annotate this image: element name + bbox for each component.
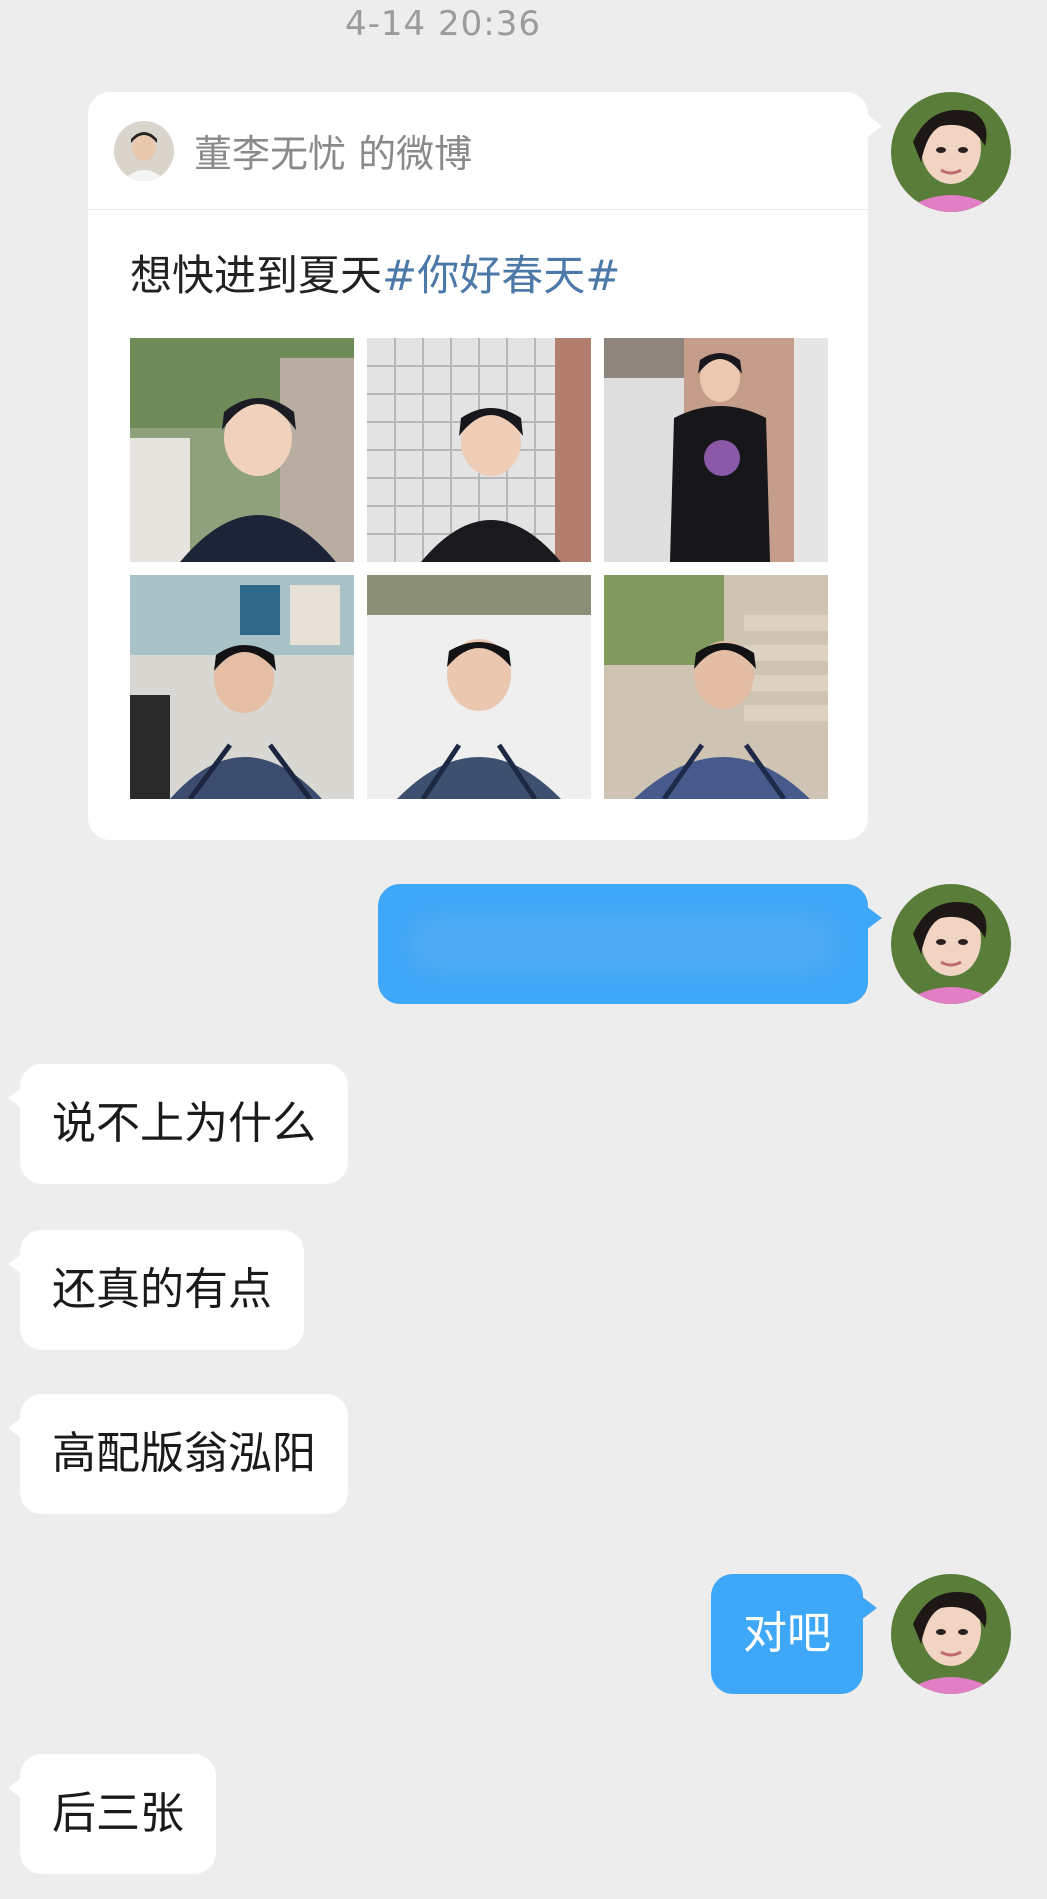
photo-thumbnail[interactable] xyxy=(130,338,354,562)
message-bubble-right[interactable]: 对吧 xyxy=(711,1574,877,1694)
message-bubble-left[interactable]: 还真的有点 xyxy=(8,1230,304,1350)
card-header[interactable]: 董李无忧 的微博 xyxy=(88,92,868,210)
message-text: 高配版翁泓阳 xyxy=(52,1428,316,1479)
message-bubble-left[interactable]: 说不上为什么 xyxy=(8,1064,348,1184)
author-avatar-icon[interactable] xyxy=(114,120,174,181)
bubble-tail xyxy=(8,1252,24,1276)
blurred-content xyxy=(408,914,838,974)
message-text: 对吧 xyxy=(743,1608,831,1659)
self-avatar-icon[interactable] xyxy=(891,92,1011,212)
card-post-text: 想快进到夏天#你好春天# xyxy=(130,242,620,303)
bubble-tail xyxy=(8,1416,24,1440)
self-avatar-icon[interactable] xyxy=(891,884,1011,1004)
chat-view: 4-14 20:36 董李无忧 的微博 想快进到夏天#你好春天# 说不上为什么 … xyxy=(0,0,1047,1899)
bubble-tail xyxy=(864,112,882,140)
bubble-tail xyxy=(8,1776,24,1800)
message-text: 还真的有点 xyxy=(52,1264,272,1315)
bubble-tail xyxy=(861,1596,877,1620)
photo-thumbnail[interactable] xyxy=(130,575,354,799)
photo-thumbnail[interactable] xyxy=(367,338,591,562)
self-avatar-icon[interactable] xyxy=(891,1574,1011,1694)
message-bubble-right[interactable] xyxy=(378,884,882,1004)
photo-thumbnail[interactable] xyxy=(367,575,591,799)
photo-grid xyxy=(130,338,828,799)
bubble-tail xyxy=(8,1086,24,1110)
post-text: 想快进到夏天 xyxy=(130,251,383,300)
weibo-share-card[interactable]: 董李无忧 的微博 想快进到夏天#你好春天# xyxy=(88,92,882,840)
bubble-tail xyxy=(866,906,882,930)
photo-thumbnail[interactable] xyxy=(604,575,828,799)
message-timestamp: 4-14 20:36 xyxy=(345,4,541,44)
message-text: 说不上为什么 xyxy=(52,1098,316,1149)
message-bubble-left[interactable]: 高配版翁泓阳 xyxy=(8,1394,348,1514)
message-text: 后三张 xyxy=(52,1788,184,1839)
message-bubble-left[interactable]: 后三张 xyxy=(8,1754,216,1874)
post-topic-link[interactable]: #你好春天# xyxy=(382,251,620,300)
card-author-label: 董李无忧 的微博 xyxy=(194,132,473,176)
photo-thumbnail[interactable] xyxy=(604,338,828,562)
